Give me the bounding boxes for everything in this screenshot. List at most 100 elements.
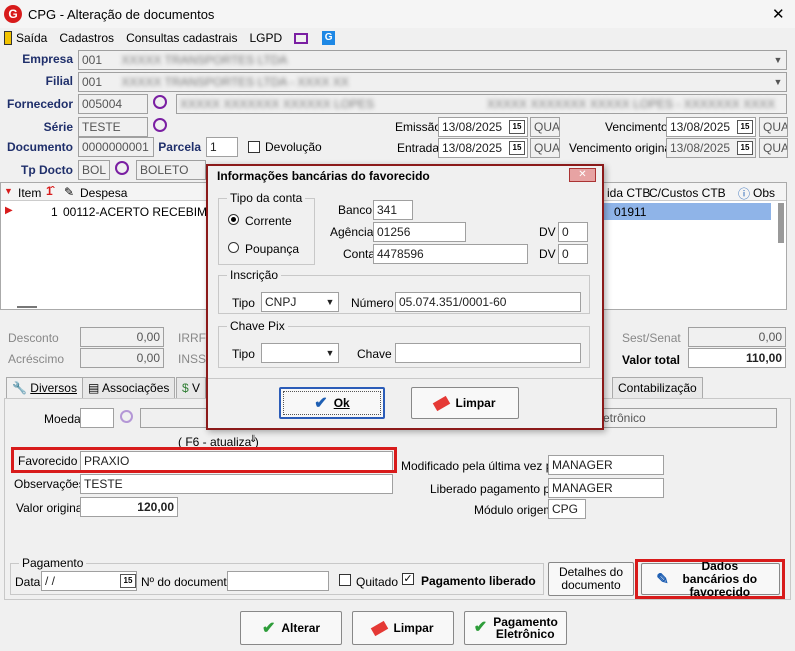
irrf-label: IRRF	[178, 331, 206, 345]
quitado-checkbox[interactable]	[339, 574, 351, 586]
menu-lgpd[interactable]: LGPD	[249, 31, 282, 45]
chevron-down-icon[interactable]: ▼	[771, 52, 785, 68]
ndoc-field[interactable]	[227, 571, 329, 591]
vencorig-dow: QUA	[759, 138, 788, 158]
devolucao-checkbox[interactable]	[248, 141, 260, 153]
acrescimo-label: Acréscimo	[8, 352, 65, 366]
vencimento-label: Vencimento	[605, 120, 668, 134]
sort-up-icon: 1̂	[46, 184, 53, 198]
agencia-label: Agência	[330, 225, 374, 239]
calendar-icon[interactable]: 15	[737, 141, 753, 155]
tab-contabilizacao[interactable]: Contabilização	[612, 377, 703, 399]
search-icon[interactable]	[153, 95, 167, 109]
exit-icon[interactable]	[4, 31, 12, 45]
moeda-label: Moeda	[44, 412, 81, 426]
search-icon[interactable]	[115, 161, 129, 175]
calendar-icon[interactable]: 15	[509, 120, 525, 134]
quitado-label: Quitado	[356, 575, 399, 589]
fornecedor-name2: XXXXX XXXXXXX XXXXX LOPES - XXXXXXX XXXX	[487, 97, 776, 111]
modulo-label: Módulo origem	[474, 503, 554, 517]
pagamento-eletronico-button[interactable]: ✔ Pagamento Eletrônico	[464, 611, 567, 645]
menu-consultas[interactable]: Consultas cadastrais	[126, 31, 237, 45]
detalhes-documento-button[interactable]: Detalhes do documento	[548, 562, 634, 596]
serie-field[interactable]: TESTE	[78, 117, 148, 137]
observacoes-field[interactable]: TESTE	[80, 474, 393, 494]
fornecedor-code-field[interactable]: 005004	[78, 94, 148, 114]
tpdocto-name-field: BOLETO	[136, 160, 206, 180]
menu-bar: Saída Cadastros Consultas cadastrais LGP…	[4, 28, 347, 48]
conta-dv-field[interactable]: 0	[558, 244, 588, 264]
conta-field[interactable]: 4478596	[373, 244, 528, 264]
moeda-field[interactable]	[80, 408, 114, 428]
agencia-dv-label: DV	[539, 225, 556, 239]
dialog-limpar-button[interactable]: Limpar	[411, 387, 519, 419]
limpar-button[interactable]: Limpar	[352, 611, 454, 645]
tipo-label: Tipo	[232, 296, 255, 310]
observacoes-label: Observações	[14, 477, 85, 491]
title-bar: G CPG - Alteração de documentos ✕	[0, 0, 795, 28]
tab-associacoes[interactable]: ▤ Associações	[82, 377, 176, 399]
pagliberado-checkbox[interactable]: ✓	[402, 573, 414, 585]
banco-field[interactable]: 341	[373, 200, 413, 220]
agencia-dv-field[interactable]: 0	[558, 222, 588, 242]
menu-cadastros[interactable]: Cadastros	[59, 31, 114, 45]
chave-field[interactable]	[395, 343, 581, 363]
tpdocto-label: Tp Docto	[21, 163, 73, 177]
filial-name: XXXXX TRANSPORTES LTDA - XXXX XX	[121, 75, 349, 89]
favorecido-highlight	[11, 447, 397, 473]
serie-label: Série	[43, 120, 73, 134]
valororiginal-field[interactable]: 120,00	[80, 497, 178, 517]
empresa-name: XXXXX TRANSPORTES LTDA	[121, 53, 288, 67]
agencia-field[interactable]: 01256	[373, 222, 466, 242]
vencorig-label: Vencimento original	[569, 141, 674, 155]
g-app-icon[interactable]: G	[322, 31, 336, 45]
pix-tipo-select[interactable]: ▼	[261, 343, 339, 363]
tab-diversos[interactable]: 🔧 Diversos	[6, 377, 83, 399]
horizontal-scrollbar[interactable]	[17, 306, 37, 308]
filial-field[interactable]: 001 XXXXX TRANSPORTES LTDA - XXXX XX ▼	[78, 72, 787, 92]
col-obs[interactable]: Obs	[753, 186, 775, 200]
tab-v[interactable]: $ V	[176, 377, 207, 399]
col-despesa[interactable]: Despesa	[80, 186, 127, 200]
check-icon: ✔	[314, 395, 328, 412]
dialog-close-button[interactable]: ✕	[569, 168, 596, 182]
search-icon[interactable]	[120, 410, 133, 423]
window-title: CPG - Alteração de documentos	[28, 7, 215, 22]
chevron-down-icon[interactable]: ▼	[771, 74, 785, 90]
chevron-down-icon[interactable]: ▼	[323, 294, 337, 310]
numero-field[interactable]: 05.074.351/0001-60	[395, 292, 581, 312]
pagamento-title: Pagamento	[19, 556, 87, 570]
liberado-field: MANAGER	[548, 478, 664, 498]
ok-button[interactable]: ✔ Ok	[279, 387, 385, 419]
alterar-button[interactable]: ✔ Alterar	[240, 611, 342, 645]
col-item[interactable]: Item	[18, 186, 41, 200]
monitor-icon[interactable]	[294, 32, 309, 44]
chevron-down-icon[interactable]: ▼	[323, 345, 337, 361]
tipo-select[interactable]: CNPJ ▼	[261, 292, 339, 312]
conta-dv-label: DV	[539, 247, 556, 261]
col-conta[interactable]: ida CTB	[607, 186, 650, 200]
corrente-radio[interactable]	[228, 214, 239, 225]
modificado-field: MANAGER	[548, 455, 664, 475]
calendar-icon[interactable]: 15	[737, 120, 753, 134]
search-icon[interactable]	[153, 118, 167, 132]
grid-scrollbar[interactable]	[778, 203, 784, 243]
close-icon[interactable]: ✕	[772, 5, 785, 23]
calendar-icon[interactable]: 15	[120, 574, 136, 588]
valortotal-field: 110,00	[688, 348, 786, 368]
banco-label: Banco	[338, 203, 373, 217]
parcela-field[interactable]: 1	[206, 137, 238, 157]
calendar-icon[interactable]: 15	[509, 141, 525, 155]
eraser-icon	[433, 395, 451, 411]
numero-label: Número	[351, 296, 394, 310]
desconto-label: Desconto	[8, 331, 59, 345]
empresa-field[interactable]: 001 XXXXX TRANSPORTES LTDA ▼	[78, 50, 787, 70]
tpdocto-code-field[interactable]: BOL	[78, 160, 110, 180]
documento-field[interactable]: 0000000001	[78, 137, 154, 157]
col-custos[interactable]: C/Custos CTB	[649, 186, 726, 200]
vencimento-dow: QUA	[759, 117, 788, 137]
fornecedor-name-field: XXXXX XXXXXXX XXXXXX LOPES XXXXX XXXXXXX…	[176, 94, 787, 114]
poupanca-radio[interactable]	[228, 242, 239, 253]
valororiginal-label: Valor original	[16, 501, 86, 515]
menu-saida[interactable]: Saída	[16, 31, 47, 45]
